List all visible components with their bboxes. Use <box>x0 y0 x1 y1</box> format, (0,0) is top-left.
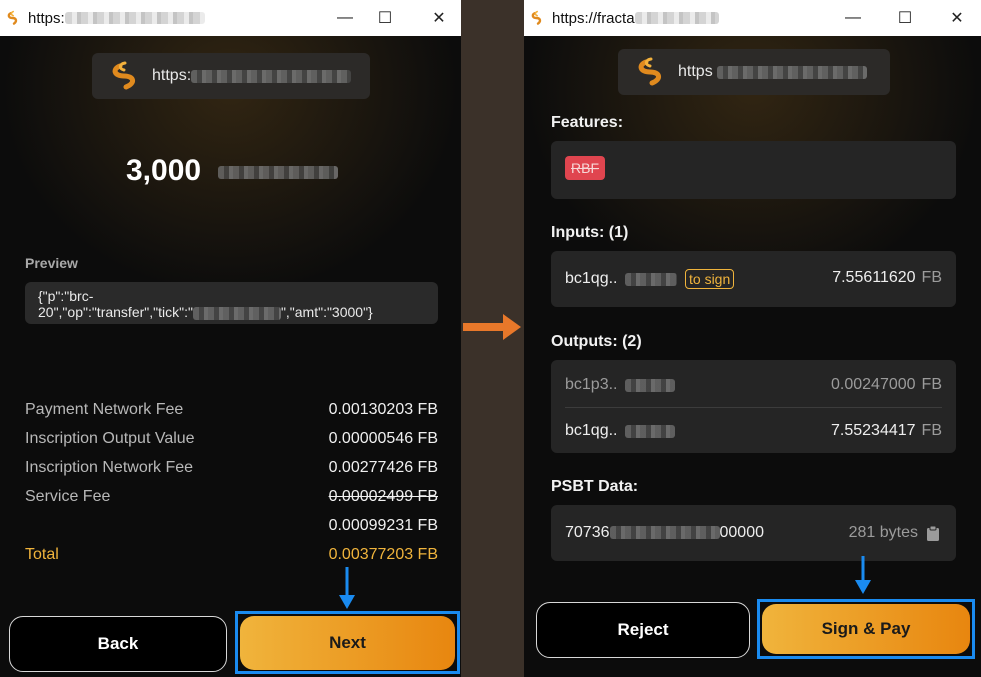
outputs-label: Outputs: (2) <box>551 333 642 350</box>
fee-row: Payment Network Fee 0.00130203 FB <box>25 401 438 423</box>
amount-text: 0.00247000 <box>831 376 916 393</box>
unit-text: FB <box>921 269 942 286</box>
title-bar: https://fracta — ☐ ✕ <box>524 0 981 36</box>
fee-row: 0.00099231 FB <box>25 517 438 539</box>
output-address: bc1qg.. <box>565 422 618 439</box>
maximize-icon[interactable]: ☐ <box>362 0 408 36</box>
psbt-size: 281 bytes <box>848 524 918 541</box>
total-value: 0.00377203 FB <box>328 546 438 563</box>
psbt-prefix: 70736 <box>565 524 610 541</box>
close-icon[interactable]: ✕ <box>934 0 980 36</box>
psbt-card: 70736 00000 281 bytes <box>551 505 956 561</box>
fee-label: Payment Network Fee <box>25 401 184 418</box>
next-button[interactable]: Next <box>240 616 455 670</box>
rbf-badge: RBF <box>565 156 605 180</box>
total-label: Total <box>25 546 59 563</box>
service-fee-discounted: 0.00099231 FB <box>328 517 438 534</box>
minimize-icon[interactable]: — <box>830 0 876 36</box>
reject-button[interactable]: Reject <box>536 602 750 658</box>
left-window: https: — ☐ ✕ https: 3,000 Preview {"p":"… <box>0 0 461 677</box>
psbt-label: PSBT Data: <box>551 478 639 495</box>
close-icon[interactable]: ✕ <box>416 0 461 36</box>
amount-text: 7.55234417 <box>831 422 916 439</box>
redacted-origin <box>191 69 352 83</box>
fee-label: Service Fee <box>25 488 111 505</box>
amount-text: 7.55611620 <box>832 269 916 286</box>
output-address: bc1p3.. <box>565 376 618 393</box>
service-fee-original: 0.00002499 FB <box>328 488 438 505</box>
preview-text-b: ","amt":"3000"} <box>280 304 373 320</box>
redacted-url <box>64 12 205 24</box>
window-title: https: <box>28 9 65 27</box>
origin-url: https <box>678 63 713 80</box>
fee-label: Inscription Network Fee <box>25 459 194 476</box>
window-title: https://fracta <box>552 9 635 27</box>
amount-value: 3,000 <box>126 154 202 187</box>
inputs-label: Inputs: (1) <box>551 224 629 241</box>
origin-pill: https <box>618 49 890 95</box>
fee-row: Inscription Network Fee 0.00277426 FB <box>25 459 438 481</box>
redacted-tick <box>192 306 281 320</box>
psbt-hex: 70736 00000 <box>565 524 764 542</box>
preview-box: {"p":"brc- 20","op":"transfer","tick":" "… <box>25 282 438 324</box>
total-row: Total 0.00377203 FB <box>25 546 438 568</box>
redacted-origin <box>716 65 867 79</box>
arrow-right-icon <box>463 314 521 340</box>
preview-text-a: 20","op":"transfer","tick":" <box>38 304 193 320</box>
redacted-psbt <box>609 526 720 540</box>
arrow-down-icon <box>855 556 871 594</box>
fee-row: Service Fee 0.00002499 FB <box>25 488 438 510</box>
maximize-icon[interactable]: ☐ <box>882 0 928 36</box>
sign-and-pay-button[interactable]: Sign & Pay <box>762 604 970 654</box>
copy-icon[interactable] <box>926 525 940 542</box>
fee-value: 0.00130203 FB <box>328 401 438 418</box>
preview-line-2: 20","op":"transfer","tick":" ","amt":"300… <box>38 304 373 320</box>
fee-row: Inscription Output Value 0.00000546 FB <box>25 430 438 452</box>
preview-line-1: {"p":"brc- <box>38 288 94 304</box>
input-row: bc1qg.. to sign 7.55611620 FB <box>551 251 956 307</box>
redacted-ticker <box>218 166 338 179</box>
right-window: https://fracta — ☐ ✕ https Features: RBF… <box>524 0 981 677</box>
to-sign-badge: to sign <box>685 269 735 289</box>
input-amount: 7.55611620 FB <box>832 269 942 287</box>
title-bar: https: — ☐ ✕ <box>0 0 461 36</box>
origin-pill: https: <box>92 53 370 99</box>
redacted-address <box>625 425 675 438</box>
site-logo-icon <box>112 61 135 90</box>
app-logo-icon <box>7 10 18 25</box>
unit-text: FB <box>921 422 942 439</box>
divider <box>565 407 942 408</box>
unit-text: FB <box>921 376 942 393</box>
site-logo-icon <box>638 57 661 86</box>
preview-label: Preview <box>25 255 78 271</box>
features-card: RBF <box>551 141 956 199</box>
arrow-down-icon <box>339 567 355 609</box>
output-amount: 7.55234417 FB <box>831 422 942 440</box>
origin-url: https: <box>152 67 192 84</box>
psbt-suffix: 00000 <box>719 524 765 541</box>
redacted-address <box>625 273 677 286</box>
fee-value: 0.00000546 FB <box>328 430 438 447</box>
redacted-url <box>634 12 719 24</box>
features-label: Features: <box>551 114 624 131</box>
back-button[interactable]: Back <box>9 616 227 672</box>
redacted-address <box>625 379 675 392</box>
output-amount: 0.00247000 FB <box>831 376 942 394</box>
fee-label: Inscription Output Value <box>25 430 195 447</box>
app-logo-icon <box>531 10 542 25</box>
input-address: bc1qg.. <box>565 270 618 287</box>
fee-value: 0.00277426 FB <box>328 459 438 476</box>
outputs-card: bc1p3.. 0.00247000 FB bc1qg.. 7.55234417 F… <box>551 360 956 453</box>
